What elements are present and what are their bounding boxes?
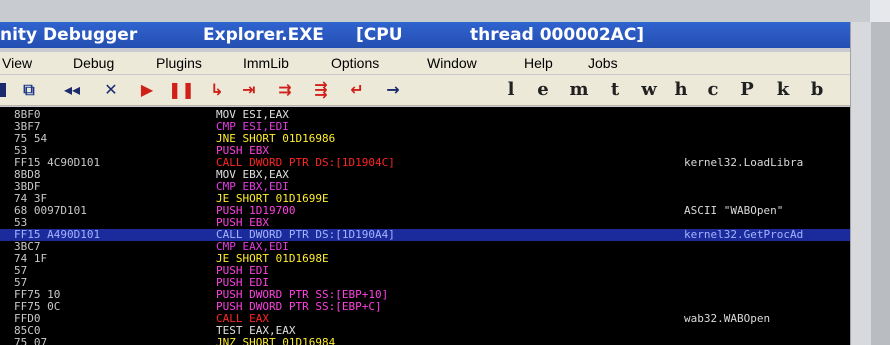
title-bar[interactable]: nity Debugger Explorer.EXE [CPU thread 0… [0,22,850,48]
operands: SHORT 01D16984 [242,336,336,345]
threads-button[interactable]: t [604,80,626,100]
instruction-row[interactable]: 3BF7 CMP ESI,EDI [0,121,850,133]
instruction: JNZ SHORT 01D16984 [216,337,335,345]
instruction-row[interactable]: 57 PUSH EDI [0,265,850,277]
comment: kernel32.GetProcAd [684,228,804,241]
instruction-row[interactable]: FF15 4C90D101 CALL DWORD PTR DS:[1D1904C]… [0,157,850,169]
rewind-icon[interactable]: ◂◂ [52,80,92,100]
breakpoints-button[interactable]: b [806,80,828,100]
close-icon[interactable]: ✕ [100,80,122,100]
menu-immlib[interactable]: ImmLib [243,52,289,74]
memory-map-button[interactable]: m [566,80,592,100]
instruction-row[interactable]: FFD0 CALL EAX wab32.WABOpen [0,313,850,325]
menu-window[interactable]: Window [427,52,477,74]
instruction-row[interactable]: 57 PUSH EDI [0,277,850,289]
windows-button[interactable]: w [636,80,662,100]
step-into-icon[interactable]: ↳ [204,80,230,100]
toolbar: ⧉ ◂◂ ✕ ▶ ❚❚ ↳ ⇥ ⇉ ⇶ ↵ → l e m t w h c P … [0,75,850,106]
menu-jobs[interactable]: Jobs [588,52,618,74]
go-to-icon[interactable]: → [378,80,408,100]
selected-instruction-row[interactable]: FF15 A490D101 CALL DWORD PTR DS:[1D190A4]… [0,229,850,241]
run-icon[interactable]: ▶ [136,80,158,100]
log-window-button[interactable]: l [500,80,522,100]
instruction-row[interactable]: 8BD8 MOV EBX,EAX [0,169,850,181]
handles-button[interactable]: h [670,80,692,100]
cpu-button[interactable]: c [702,80,724,100]
menu-bar: View Debug Plugins ImmLib Options Window… [0,52,850,74]
animate-over-icon[interactable]: ⇶ [308,80,334,100]
process-title: Explorer.EXE [203,25,324,45]
call-stack-button[interactable]: k [772,80,794,100]
pause-icon[interactable]: ❚❚ [168,80,195,100]
menu-options[interactable]: Options [331,52,379,74]
instruction-row[interactable]: 74 1F JE SHORT 01D1698E [0,253,850,265]
instruction-row[interactable]: FF75 10 PUSH DWORD PTR SS:[EBP+10] [0,289,850,301]
step-over-icon[interactable]: ⇥ [236,80,262,100]
menu-view[interactable]: View [2,52,32,74]
hex-bytes: 75 07 [14,336,48,345]
toolbar-grip[interactable] [0,83,6,97]
animate-into-icon[interactable]: ⇉ [272,80,298,100]
comment: ASCII "WABOpen" [684,204,784,217]
cpu-label: [CPU [356,25,403,45]
app-title: nity Debugger [0,25,138,45]
menu-debug[interactable]: Debug [73,52,114,74]
instruction-row[interactable]: 85C0 TEST EAX,EAX [0,325,850,337]
execute-till-return-icon[interactable]: ↵ [344,80,370,100]
executable-modules-button[interactable]: e [532,80,554,100]
comment: wab32.WABOpen [684,312,771,325]
instruction-row[interactable]: 68 0097D101 PUSH 1D19700 ASCII "WABOpen" [0,205,850,217]
instruction-row[interactable]: 75 54 JNE SHORT 01D16986 [0,133,850,145]
menu-plugins[interactable]: Plugins [156,52,202,74]
menu-help[interactable]: Help [524,52,553,74]
comment: kernel32.LoadLibra [684,156,804,169]
instruction-row[interactable]: 3BC7 CMP EAX,EDI [0,241,850,253]
instruction-row[interactable]: 75 07 JNZ SHORT 01D16984 [0,337,850,345]
instruction-row[interactable]: 3BDF CMP EBX,EDI [0,181,850,193]
vertical-scrollbar[interactable] [850,22,871,345]
window-icon[interactable]: ⧉ [16,80,42,100]
mnemonic: JNZ [216,336,236,345]
patches-button[interactable]: P [736,80,758,100]
disassembly-pane[interactable]: 8BF0 MOV ESI,EAX 3BF7 CMP ESI,EDI 75 54 JNE S… [0,107,850,345]
instruction-row[interactable]: 8BF0 MOV ESI,EAX [0,109,850,121]
thread-label: thread 000002AC] [470,25,645,45]
